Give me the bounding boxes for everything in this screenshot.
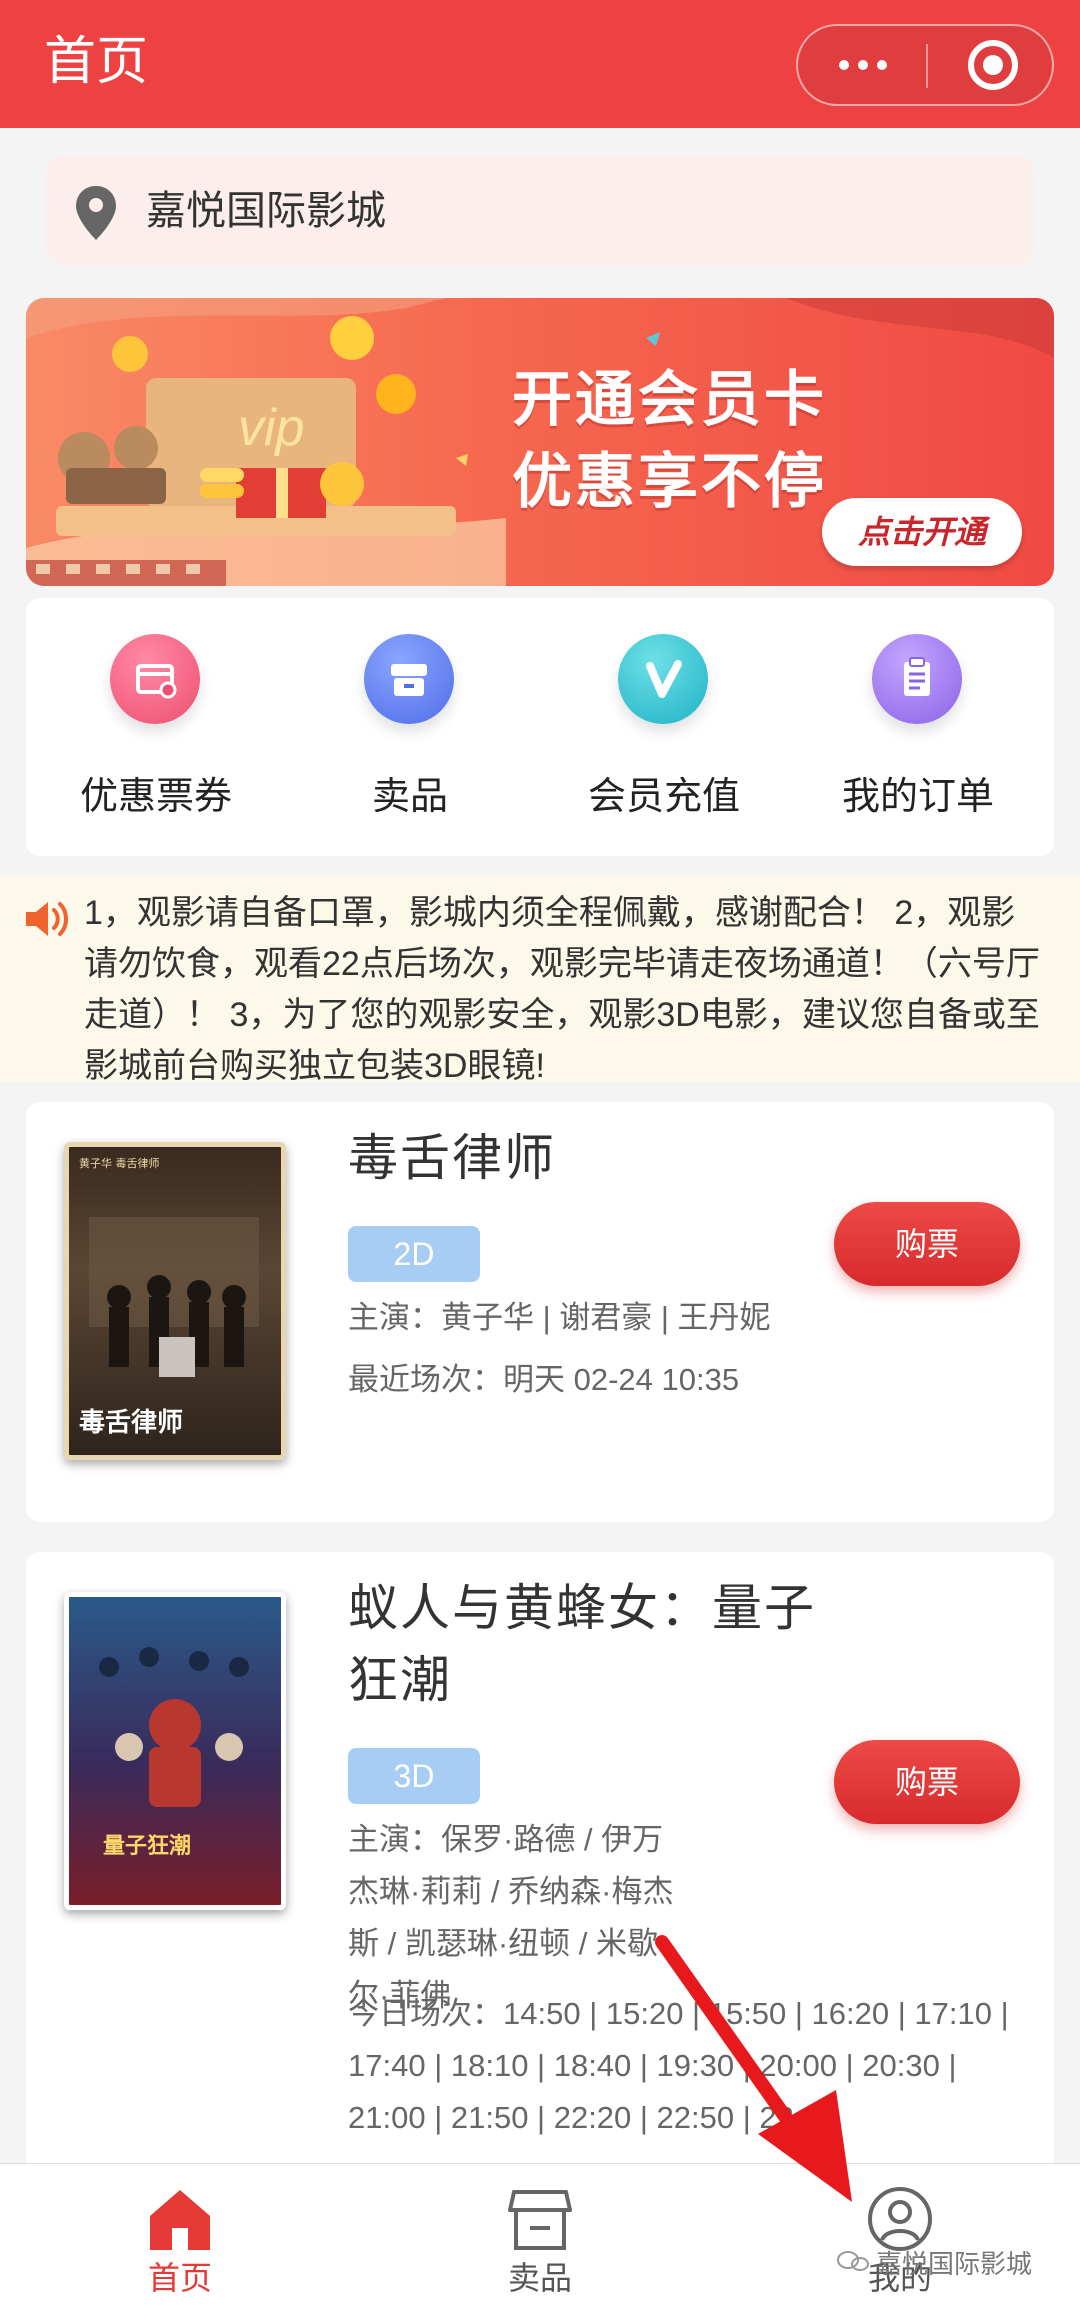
- bottom-tab-bar: 首页 卖品 我的: [0, 2163, 1080, 2315]
- speaker-icon: [26, 902, 68, 936]
- dot-icon: [877, 60, 887, 70]
- location-pin-icon: [76, 186, 116, 240]
- announcement-bar: 1，观影请自备口罩，影城内须全程佩戴，感谢配合！ 2，观影请勿饮食，观看22点后…: [0, 876, 1080, 1085]
- movie-title[interactable]: 蚁人与黄蜂女：量子 狂潮: [348, 1572, 816, 1716]
- vip-promo-banner[interactable]: vip 开通会员卡 优惠享不停 点击开通: [26, 298, 1054, 586]
- ticket-icon: [110, 634, 200, 724]
- miniprogram-capsule: [796, 24, 1054, 106]
- quick-item-label: 会员充值: [587, 776, 740, 818]
- movie-poster[interactable]: 量子狂潮: [64, 1592, 286, 1910]
- v-icon: [618, 634, 708, 724]
- movie-card[interactable]: 黄子华 毒舌律师 毒舌律师 毒舌律师 2D 主演：黄子华 | 谢君豪 | 王丹妮…: [26, 1102, 1054, 1522]
- quick-item-label: 优惠票券: [79, 776, 232, 818]
- movie-title[interactable]: 毒舌律师: [348, 1122, 556, 1194]
- cinema-selector[interactable]: 嘉悦国际影城: [46, 156, 1034, 266]
- vip-badge: vip: [238, 399, 305, 457]
- announcement-text: 1，观影请自备口罩，影城内须全程佩戴，感谢配合！ 2，观影请勿饮食，观看22点后…: [84, 894, 1040, 1085]
- movie-card[interactable]: 量子狂潮 蚁人与黄蜂女：量子 狂潮 3D 主演：保罗·路德 / 伊万杰琳·莉莉 …: [26, 1552, 1054, 2172]
- tab-concessions[interactable]: 卖品: [440, 2164, 640, 2315]
- close-miniprogram-button[interactable]: [968, 40, 1018, 90]
- tab-home[interactable]: 首页: [80, 2164, 280, 2315]
- movie-title-line: 蚁人与黄蜂女：量子: [348, 1580, 816, 1636]
- format-badge: 3D: [348, 1748, 480, 1804]
- cinema-name: 嘉悦国际影城: [146, 189, 386, 233]
- movie-showtimes: 最近场次：明天 02-24 10:35: [348, 1362, 740, 1397]
- svg-text:黄子华 毒舌律师: 黄子华 毒舌律师: [79, 1156, 160, 1170]
- quick-menu: 优惠票券 卖品 会员充值 我的订单: [26, 598, 1054, 856]
- quick-item-label: 我的订单: [841, 776, 994, 818]
- dot-icon: [839, 60, 849, 70]
- quick-item-orders[interactable]: 我的订单: [818, 628, 1018, 838]
- top-nav-bar: 首页: [0, 0, 1080, 128]
- store-icon: [508, 2190, 572, 2250]
- movie-cast: 主演：黄子华 | 谢君豪 | 王丹妮: [348, 1300, 771, 1335]
- buy-ticket-button[interactable]: 购票: [834, 1202, 1020, 1286]
- tab-label: 卖品: [507, 2260, 572, 2296]
- activate-membership-button[interactable]: 点击开通: [822, 498, 1022, 566]
- dot-icon: [858, 60, 868, 70]
- quick-item-concessions[interactable]: 卖品: [310, 628, 510, 838]
- buy-ticket-button[interactable]: 购票: [834, 1740, 1020, 1824]
- red-arrow-annotation: [655, 1935, 852, 2202]
- banner-subheadline: 优惠享不停: [512, 448, 827, 515]
- quick-item-label: 卖品: [371, 776, 448, 818]
- quick-item-coupons[interactable]: 优惠票券: [56, 628, 256, 838]
- watermark-text: 嘉悦国际影城: [876, 2249, 1033, 2279]
- more-menu-button[interactable]: [828, 26, 898, 104]
- clipboard-icon: [872, 634, 962, 724]
- movie-title-line: 狂潮: [348, 1652, 452, 1708]
- movie-poster[interactable]: 黄子华 毒舌律师 毒舌律师: [64, 1142, 286, 1460]
- banner-headline: 开通会员卡: [512, 366, 827, 433]
- home-icon: [150, 2190, 210, 2250]
- tab-label: 首页: [147, 2260, 212, 2296]
- poster-title: 毒舌律师: [79, 1408, 183, 1438]
- page-title: 首页: [44, 33, 149, 91]
- store-icon: [364, 634, 454, 724]
- wechat-icon: [837, 2251, 869, 2271]
- capsule-divider: [926, 44, 928, 88]
- format-badge: 2D: [348, 1226, 480, 1282]
- poster-title: 量子狂潮: [103, 1834, 191, 1859]
- quick-item-recharge[interactable]: 会员充值: [564, 628, 764, 838]
